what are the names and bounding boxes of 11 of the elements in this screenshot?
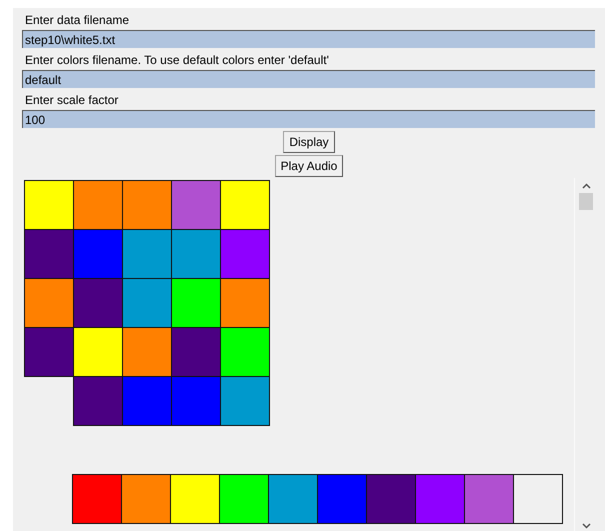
scroll-thumb[interactable] [579, 193, 593, 210]
field-label: Enter scale factor [25, 92, 118, 108]
field-label: Enter data filename [25, 12, 130, 28]
display-button[interactable]: Display [283, 131, 335, 153]
scroll-up-icon[interactable] [582, 183, 590, 189]
scroll-down-icon[interactable] [582, 523, 590, 529]
input-field[interactable]: 100 [22, 110, 595, 128]
field-label: Enter colors filename. To use default colors enter 'default' [25, 52, 329, 68]
play-audio-button[interactable]: Play Audio [274, 155, 344, 177]
input-field[interactable]: default [22, 70, 595, 88]
input-field[interactable]: step10\white5.txt [22, 30, 595, 48]
